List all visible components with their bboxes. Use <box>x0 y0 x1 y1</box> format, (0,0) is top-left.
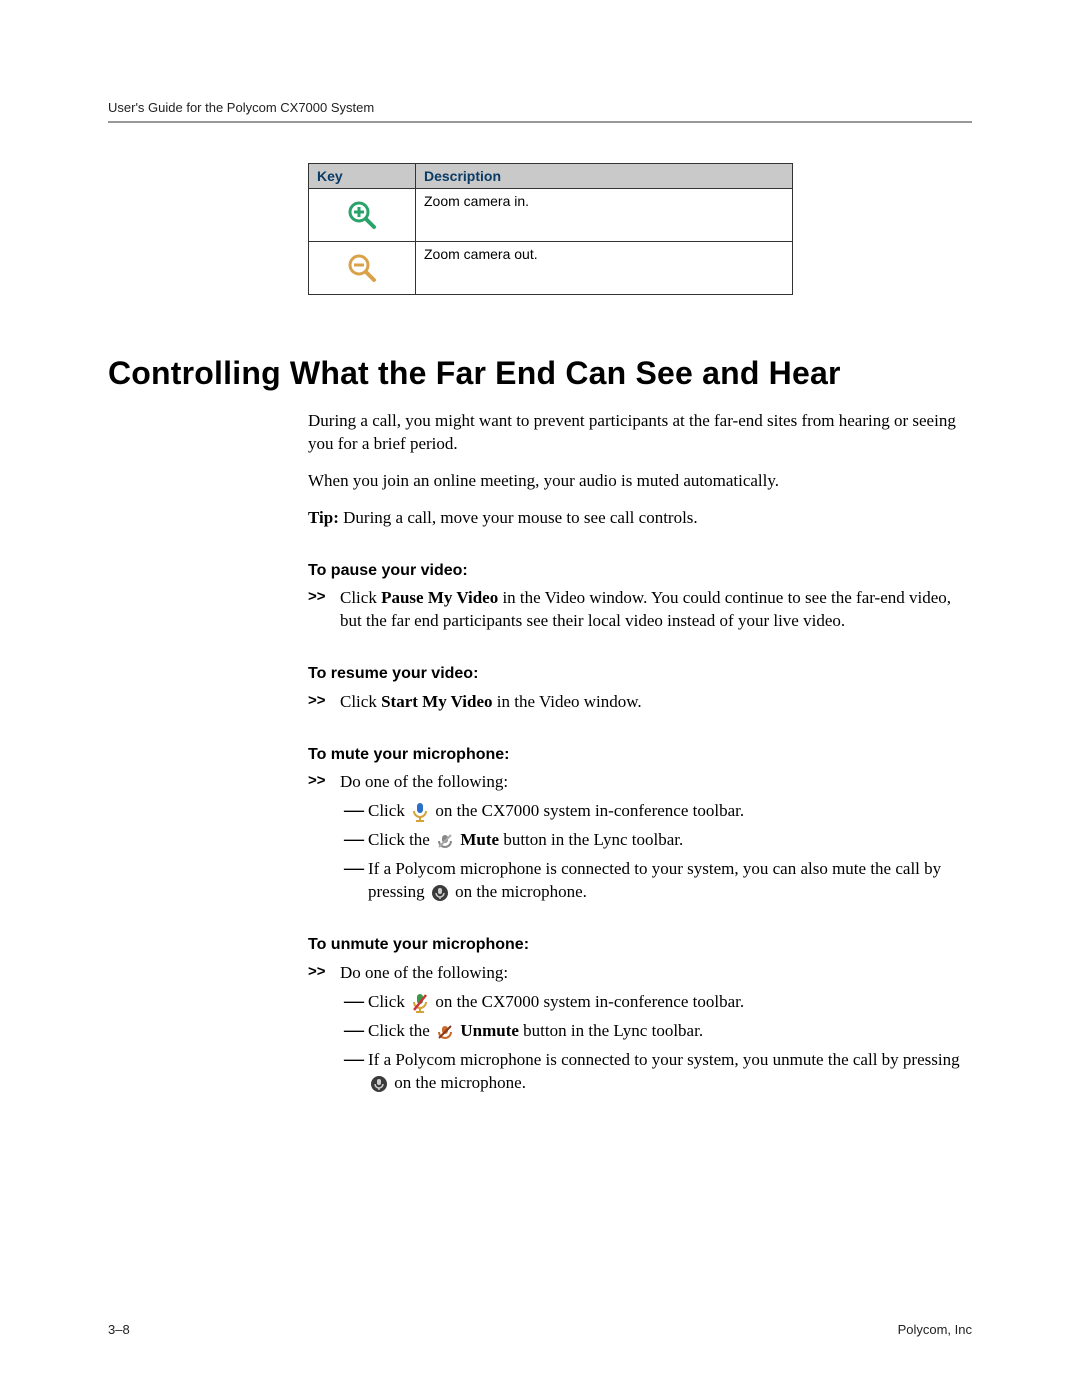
zoom-in-icon-cell <box>309 189 416 242</box>
text: Click the <box>368 830 434 849</box>
subhead-resume-video: To resume your video: <box>308 663 972 685</box>
table-header-description: Description <box>416 164 793 189</box>
dash-marker: — <box>340 1049 368 1069</box>
sub-step-row: — Click on the CX7000 system in-conferen… <box>340 800 972 823</box>
text: in the Video window. <box>493 692 642 711</box>
sub-step-text: Click on the CX7000 system in-conference… <box>368 800 972 823</box>
step-text: Click Pause My Video in the Video window… <box>340 587 972 633</box>
sub-step-row: — If a Polycom microphone is connected t… <box>340 858 972 904</box>
microphone-button-icon <box>431 884 449 902</box>
unmute-color-icon <box>436 1023 454 1041</box>
text: on the microphone. <box>394 1073 526 1092</box>
subhead-pause-video: To pause your video: <box>308 560 972 582</box>
bold-text: Unmute <box>460 1021 519 1040</box>
key-description-table: Key Description Zoom camera in. <box>308 163 793 295</box>
sub-step-row: — Click on the CX7000 system in-conferen… <box>340 991 972 1014</box>
zoom-out-icon <box>347 253 377 283</box>
sub-step-row: — If a Polycom microphone is connected t… <box>340 1049 972 1095</box>
mute-grey-icon <box>436 832 454 850</box>
running-head: User's Guide for the Polycom CX7000 Syst… <box>108 100 972 123</box>
dash-marker: — <box>340 991 368 1011</box>
subhead-unmute-mic: To unmute your microphone: <box>308 934 972 956</box>
zoom-out-icon-cell <box>309 242 416 295</box>
page-number: 3–8 <box>108 1322 130 1337</box>
sub-step-text: Click the Unmute button in the Lync tool… <box>368 1020 972 1043</box>
footer-company: Polycom, Inc <box>898 1322 972 1337</box>
bold-text: Mute <box>460 830 499 849</box>
step-row: >> Click Start My Video in the Video win… <box>308 691 972 714</box>
table-row: Zoom camera out. <box>309 242 793 295</box>
intro-paragraph: When you join an online meeting, your au… <box>308 470 972 493</box>
section-title: Controlling What the Far End Can See and… <box>108 355 972 392</box>
tip-paragraph: Tip: During a call, move your mouse to s… <box>308 507 972 530</box>
table-cell-description: Zoom camera in. <box>416 189 793 242</box>
table-cell-description: Zoom camera out. <box>416 242 793 295</box>
step-row: >> Do one of the following: <box>308 771 972 794</box>
table-row: Zoom camera in. <box>309 189 793 242</box>
microphone-muted-green-icon <box>411 992 429 1014</box>
dash-marker: — <box>340 829 368 849</box>
sub-step-text: Click the Mute button in the Lync toolba… <box>368 829 972 852</box>
step-text: Do one of the following: <box>340 962 972 985</box>
text: button in the Lync toolbar. <box>519 1021 703 1040</box>
text: Click the <box>368 1021 434 1040</box>
text: on the CX7000 system in-conference toolb… <box>435 801 744 820</box>
step-row: >> Click Pause My Video in the Video win… <box>308 587 972 633</box>
text: Click <box>368 992 409 1011</box>
table-header-key: Key <box>309 164 416 189</box>
text: Click <box>340 692 381 711</box>
intro-paragraph: During a call, you might want to prevent… <box>308 410 972 456</box>
section-body: During a call, you might want to prevent… <box>308 410 972 1095</box>
step-marker: >> <box>308 771 340 791</box>
text: Click <box>368 801 409 820</box>
dash-marker: — <box>340 1020 368 1040</box>
dash-marker: — <box>340 858 368 878</box>
bold-text: Pause My Video <box>381 588 498 607</box>
microphone-button-icon <box>370 1075 388 1093</box>
tip-text: During a call, move your mouse to see ca… <box>339 508 698 527</box>
step-marker: >> <box>308 962 340 982</box>
step-text: Do one of the following: <box>340 771 972 794</box>
step-marker: >> <box>308 587 340 607</box>
zoom-in-icon <box>347 200 377 230</box>
bold-text: Start My Video <box>381 692 492 711</box>
dash-marker: — <box>340 800 368 820</box>
sub-step-text: Click on the CX7000 system in-conference… <box>368 991 972 1014</box>
subhead-mute-mic: To mute your microphone: <box>308 744 972 766</box>
tip-label: Tip: <box>308 508 339 527</box>
text: on the microphone. <box>455 882 587 901</box>
text: button in the Lync toolbar. <box>499 830 683 849</box>
sub-step-row: — Click the Mute button in the Lync tool… <box>340 829 972 852</box>
microphone-blue-icon <box>411 801 429 823</box>
text: Click <box>340 588 381 607</box>
text: on the CX7000 system in-conference toolb… <box>435 992 744 1011</box>
sub-step-row: — Click the Unmute button in the Lync to… <box>340 1020 972 1043</box>
text: If a Polycom microphone is connected to … <box>368 1050 960 1069</box>
text: If a Polycom microphone is connected to … <box>368 859 941 901</box>
sub-step-text: If a Polycom microphone is connected to … <box>368 1049 972 1095</box>
page-footer: 3–8 Polycom, Inc <box>108 1322 972 1337</box>
step-text: Click Start My Video in the Video window… <box>340 691 972 714</box>
step-row: >> Do one of the following: <box>308 962 972 985</box>
sub-step-text: If a Polycom microphone is connected to … <box>368 858 972 904</box>
step-marker: >> <box>308 691 340 711</box>
